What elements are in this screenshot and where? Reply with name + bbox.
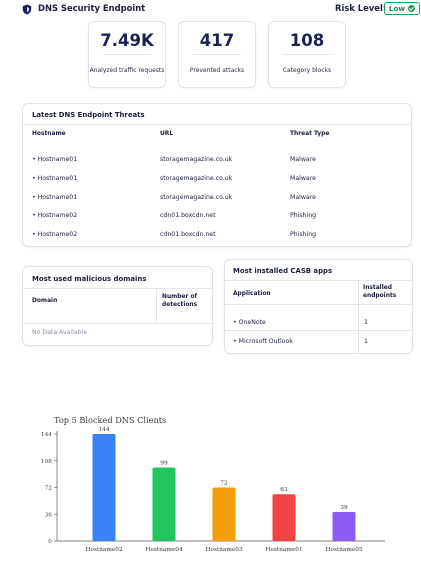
stat-label: Category blocks: [282, 67, 332, 74]
cell-installed-count: 1: [364, 319, 368, 326]
cell-threat-type: Phishing: [290, 231, 317, 238]
empty-state-text: No Data Available: [32, 329, 88, 336]
divider: [225, 280, 412, 281]
column-header-application: Application: [233, 291, 271, 297]
data-label: 39: [340, 505, 348, 511]
x-tick-label: Hostname02: [85, 547, 123, 553]
stat-label: Analyzed traffic requests: [89, 67, 165, 74]
data-label: 99: [160, 460, 168, 466]
stat-card-analyzed: 7.49K Analyzed traffic requests: [88, 21, 166, 88]
cell-threat-type: Malware: [290, 156, 316, 163]
y-tick-label: 36: [45, 512, 53, 518]
cell-url: storagemagazine.co.uk: [160, 175, 233, 182]
bar: [272, 494, 296, 541]
cell-application: • OneNote: [233, 319, 266, 326]
data-label: 72: [220, 481, 228, 487]
shield-icon: [22, 4, 32, 15]
divider: [225, 304, 412, 305]
divider: [103, 54, 151, 55]
column-header-threat-type: Threat Type: [290, 131, 330, 137]
column-header-installed-endpoints: Installed endpoints: [363, 285, 396, 300]
x-tick-label: Hostname01: [265, 547, 302, 553]
bar: [332, 512, 356, 541]
data-label: 144: [98, 427, 109, 433]
x-tick-label: Hostname05: [325, 547, 363, 553]
cell-threat-type: Phishing: [290, 212, 317, 219]
column-divider: [358, 281, 359, 354]
column-header-detections-line1: Number of: [162, 294, 198, 300]
cell-hostname: • Hostname02: [32, 231, 78, 238]
bar: [92, 434, 116, 541]
stat-value: 108: [289, 31, 325, 50]
cell-url: storagemagazine.co.uk: [160, 194, 233, 201]
cell-hostname: • Hostname01: [32, 175, 78, 182]
column-header-hostname: Hostname: [32, 131, 66, 137]
bar: [212, 487, 236, 541]
divider: [283, 54, 331, 55]
malicious-domains-card: Most used malicious domains Domain Numbe…: [22, 266, 213, 346]
stat-label: Prevented attacks: [189, 67, 245, 74]
column-header-url: URL: [160, 131, 174, 137]
divider: [23, 288, 212, 289]
column-header-installed-line2: endpoints: [363, 292, 397, 299]
casb-apps-card: Most installed CASB apps Application Ins…: [224, 259, 413, 354]
cell-url: cdn01.boxcdn.net: [160, 212, 216, 219]
column-header-installed-line1: Installed: [363, 285, 392, 291]
app-header: DNS Security Endpoint Risk Level: Low: [0, 0, 421, 18]
stat-card-prevented: 417 Prevented attacks: [178, 21, 256, 88]
risk-level-value: Low: [388, 4, 406, 13]
column-divider: [156, 289, 157, 323]
cell-hostname: • Hostname02: [32, 212, 78, 219]
cell-threat-type: Malware: [290, 194, 316, 201]
threats-card: Latest DNS Endpoint Threats Hostname URL…: [22, 103, 412, 247]
cell-application: • Microsoft Outlook: [233, 338, 293, 345]
column-header-detections: Number of detections: [162, 294, 197, 309]
y-tick-label: 72: [45, 486, 53, 492]
section-title: Latest DNS Endpoint Threats: [32, 111, 145, 119]
x-tick-label: Hostname03: [205, 547, 243, 553]
cell-hostname: • Hostname01: [32, 194, 78, 201]
y-tick-label: 144: [41, 432, 52, 438]
divider: [225, 330, 412, 331]
cell-hostname: • Hostname01: [32, 156, 78, 163]
section-title: Most installed CASB apps: [233, 267, 333, 275]
page-title: DNS Security Endpoint: [38, 3, 146, 13]
y-tick-label: 0: [48, 539, 52, 545]
blocked-dns-clients-chart: 0 36 72 108 144 144 Hostname02 99 Hostname04 72 Ho…: [41, 427, 385, 553]
stat-value: 7.49K: [100, 31, 154, 50]
cell-url: storagemagazine.co.uk: [160, 156, 233, 163]
data-label: 63: [280, 487, 288, 493]
column-header-detections-line2: detections: [162, 301, 198, 308]
divider: [23, 323, 212, 324]
stat-value: 417: [199, 31, 235, 50]
y-tick-label: 108: [41, 459, 52, 465]
section-title: Most used malicious domains: [32, 275, 147, 283]
cell-threat-type: Malware: [290, 175, 316, 182]
risk-level-label: Risk Level:: [335, 3, 387, 13]
cell-installed-count: 1: [364, 338, 368, 345]
divider: [193, 54, 241, 55]
check-circle-icon: [408, 5, 416, 12]
risk-level-badge[interactable]: Low: [384, 2, 420, 15]
stat-card-category: 108 Category blocks: [268, 21, 346, 88]
x-tick-label: Hostname04: [145, 547, 183, 553]
divider: [23, 124, 411, 125]
bar: [152, 467, 176, 541]
column-header-domain: Domain: [32, 298, 58, 304]
cell-url: cdn01.boxcdn.net: [160, 231, 216, 238]
